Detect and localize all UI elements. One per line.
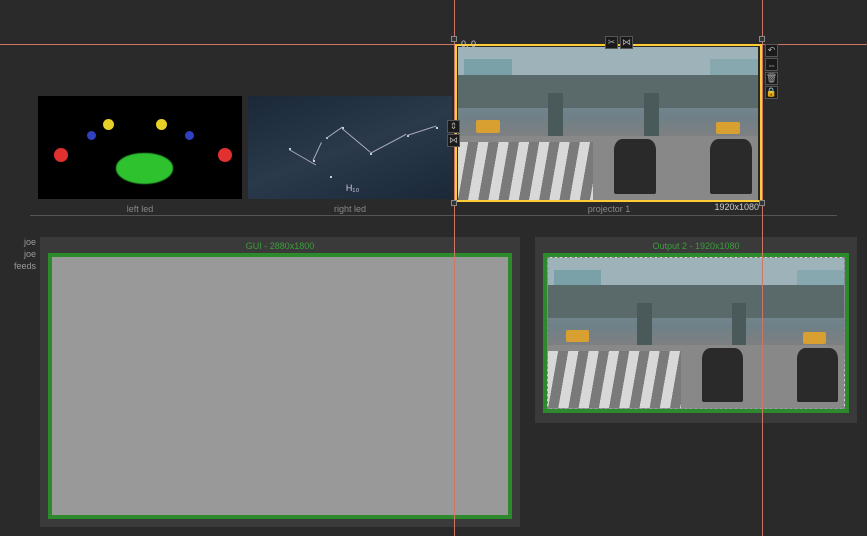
screen-label-right-led: right led <box>248 204 452 214</box>
handle-bottom-left[interactable] <box>451 200 457 206</box>
selection-coord-label: 0, 0 <box>461 39 476 49</box>
top-bar <box>0 0 867 22</box>
link-icon[interactable]: ⋈ <box>620 36 633 49</box>
screen-left-led[interactable] <box>38 96 242 199</box>
screen-label-projector-1: projector 1 <box>455 204 763 214</box>
pin-horizontal-icon[interactable]: ⇔ <box>765 58 778 71</box>
handle-bottom-right[interactable] <box>759 200 765 206</box>
constellation-label: H₁₀ <box>346 183 359 193</box>
handle-top-right[interactable] <box>759 36 765 42</box>
selection-toolbar-right: ↶ ⇔ 🗑 🔒 <box>765 44 778 99</box>
link-icon[interactable]: ⋈ <box>447 134 460 147</box>
sidebar-line-2[interactable]: joe feeds <box>2 248 36 272</box>
selection-toolbar-top: ✂ ⋈ <box>605 36 633 49</box>
selection-frame[interactable]: 0, 0 <box>455 44 762 202</box>
output-gui-frame <box>48 253 512 519</box>
sidebar-labels: joe joe feeds <box>2 236 36 272</box>
undo-icon[interactable]: ↶ <box>765 44 778 57</box>
divider <box>30 215 837 216</box>
output-gui-panel[interactable]: GUI - 2880x1800 <box>40 237 520 527</box>
output-2-frame <box>543 253 849 413</box>
output-gui-canvas[interactable] <box>52 257 508 515</box>
pin-vertical-icon[interactable]: ⇕ <box>447 120 460 133</box>
output-2-panel[interactable]: Output 2 - 1920x1080 <box>535 237 857 423</box>
output-2-title: Output 2 - 1920x1080 <box>535 237 857 253</box>
output-2-canvas[interactable] <box>547 257 845 409</box>
screen-right-led[interactable]: H₁₀ <box>248 96 452 199</box>
sidebar-line-1[interactable]: joe <box>2 236 36 248</box>
lock-icon[interactable]: 🔒 <box>765 86 778 99</box>
handle-top-left[interactable] <box>451 36 457 42</box>
output-gui-title: GUI - 2880x1800 <box>40 237 520 253</box>
scissors-icon[interactable]: ✂ <box>605 36 618 49</box>
trash-icon[interactable]: 🗑 <box>765 72 778 85</box>
selection-toolbar-left: ⇕ ⋈ <box>447 120 460 147</box>
screen-label-left-led: left led <box>38 204 242 214</box>
